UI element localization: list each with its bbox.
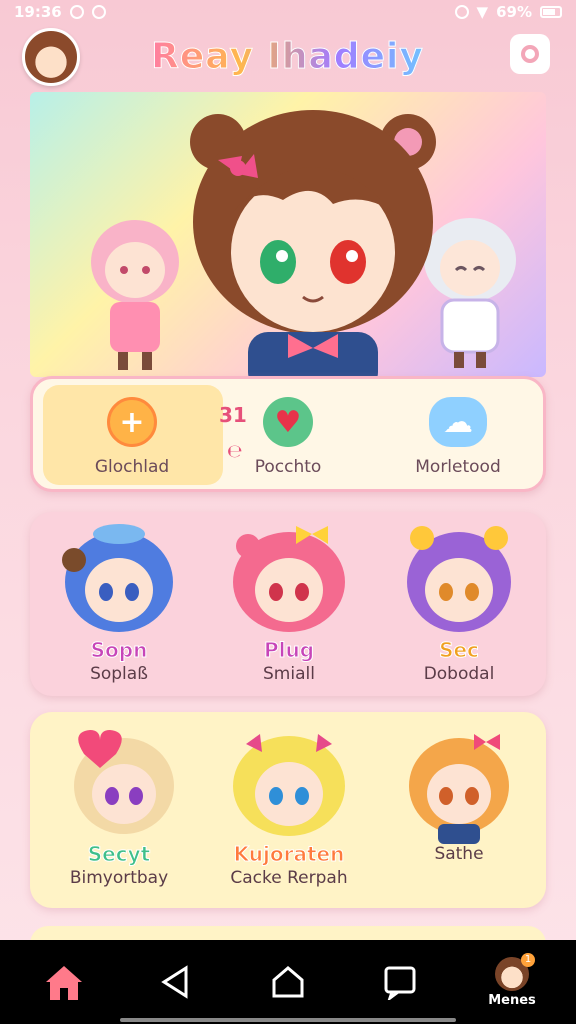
character-portrait [407, 526, 511, 632]
camera-icon [521, 45, 539, 63]
back-icon [161, 965, 188, 999]
notification-badge: 1 [521, 952, 535, 967]
nav-home-button[interactable] [19, 947, 109, 1017]
home-icon [46, 966, 82, 1000]
quick-actions-card: + Glochlad 31 ℮ ♥ Pocchto ☁ Morletood [30, 376, 546, 492]
character-card[interactable]: Sopn Soplaß [44, 520, 194, 684]
hero-side-character-left [91, 220, 179, 370]
battery-percent: 69% [496, 3, 532, 21]
character-name: Sathe [434, 844, 484, 864]
profile-avatar[interactable] [22, 28, 80, 86]
status-bar: 19:36 ▼ 69% [0, 0, 576, 24]
character-tag: Plug [263, 638, 315, 663]
hero-main-character [190, 110, 436, 377]
home-indicator[interactable] [120, 1018, 456, 1022]
nav-profile-button[interactable]: 1 Menes [467, 947, 557, 1017]
character-name: Cacke Rerpah [230, 868, 348, 888]
battery-icon [540, 6, 562, 18]
quick-action-label: Morletood [415, 457, 501, 477]
cloud-icon: ☁ [429, 397, 487, 447]
characters-card-row2: Secyt Bimyortbay Kujoraten Cacke Rerpah … [30, 712, 546, 908]
character-card[interactable]: Sec Dobodal [384, 520, 534, 684]
wifi-icon: ▼ [476, 3, 489, 21]
status-time: 19:36 [14, 3, 62, 21]
quick-action-label: Pocchto [254, 457, 322, 477]
camera-button[interactable] [510, 34, 550, 74]
bottom-navigation: 1 Menes [0, 940, 576, 1024]
character-name: Soplaß [90, 664, 148, 684]
recents-icon [384, 966, 416, 1000]
character-card[interactable]: Secyt Bimyortbay [44, 724, 194, 888]
quick-action-label: Glochlad [94, 457, 170, 477]
character-name: Bimyortbay [69, 868, 169, 888]
nav-back-button[interactable] [131, 947, 221, 1017]
character-tag: Sopn [90, 638, 148, 663]
quick-action-pocchto[interactable]: ♥ Pocchto [213, 397, 363, 483]
nav-profile-label: Menes [488, 992, 536, 1008]
character-portrait [74, 730, 174, 834]
plus-icon: + [107, 397, 157, 447]
character-tag: Kujoraten [233, 842, 345, 867]
character-card[interactable]: Plug Smiall [214, 520, 364, 684]
app-header: Reay Ihadeiy [0, 24, 576, 90]
hero-banner[interactable] [30, 92, 546, 377]
heart-icon: ♥ [263, 397, 313, 447]
character-portrait [233, 734, 345, 836]
quick-action-morletood[interactable]: ☁ Morletood [383, 397, 533, 483]
character-card[interactable]: Kujoraten Cacke Rerpah [214, 724, 364, 888]
quick-action-glochlad[interactable]: + Glochlad [57, 397, 207, 483]
nav-recents-button[interactable] [355, 947, 445, 1017]
notification-icon [91, 5, 106, 19]
character-tag: Sec [439, 638, 480, 663]
system-home-icon [272, 966, 304, 998]
character-name: Smiall [263, 664, 315, 684]
nav-system-home-button[interactable] [243, 947, 333, 1017]
profile-avatar-small: 1 [495, 952, 535, 991]
app-title: Reay Ihadeiy [145, 34, 430, 80]
character-tag: Secyt [87, 842, 151, 867]
character-portrait [409, 734, 509, 844]
character-portrait [62, 524, 173, 632]
character-portrait [233, 526, 345, 632]
character-card[interactable]: Sathe [384, 724, 534, 864]
character-name: Dobodal [423, 664, 495, 684]
alarm-icon [454, 5, 469, 19]
characters-card-row1: Sopn Soplaß Plug Smiall Sec Dobodal [30, 512, 546, 696]
notification-icon [69, 5, 84, 19]
